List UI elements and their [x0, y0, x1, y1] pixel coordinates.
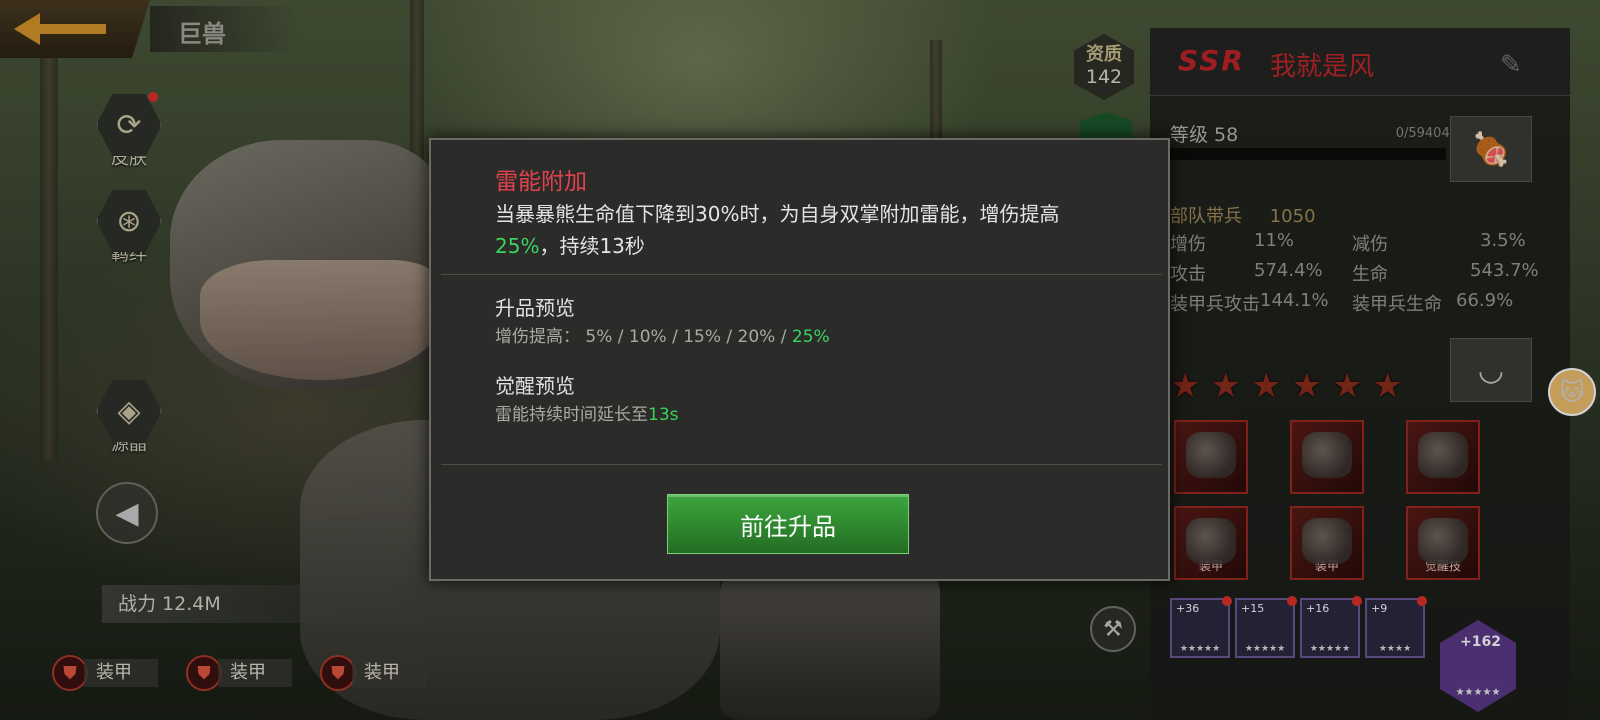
upgrade-line-highlight: 25% [791, 327, 830, 347]
desc-text-tail: ，持续13秒 [539, 234, 645, 258]
skill-description: 当暴暴熊生命值下降到30%时，为自身双掌附加雷能，增伤提高 25%，持续13秒 [495, 198, 1095, 262]
awaken-preview-line: 雷能持续时间延长至13s [495, 400, 679, 425]
desc-text: 当暴暴熊生命值下降到30%时，为自身双掌附加雷能，增伤提高 [495, 202, 1060, 226]
awaken-line-text: 雷能持续时间延长至 [495, 405, 648, 425]
skill-detail-dialog: 雷能附加 当暴暴熊生命值下降到30%时，为自身双掌附加雷能，增伤提高25%，持续… [429, 138, 1170, 581]
upgrade-line-text: 增伤提高： 5% / 10% / 15% / 20% / [495, 327, 792, 347]
divider [441, 274, 1162, 275]
upgrade-preview-heading: 升品预览 [495, 296, 575, 320]
awaken-line-highlight: 13s [648, 405, 679, 425]
upgrade-preview-line: 增伤提高： 5% / 10% / 15% / 20% / 25% [495, 322, 830, 347]
divider [441, 464, 1162, 465]
skill-title: 雷能附加 [495, 169, 587, 195]
awaken-preview-heading: 觉醒预览 [495, 374, 575, 398]
desc-highlight: 25% [495, 234, 540, 258]
go-upgrade-button[interactable]: 前往升品 [667, 494, 909, 554]
